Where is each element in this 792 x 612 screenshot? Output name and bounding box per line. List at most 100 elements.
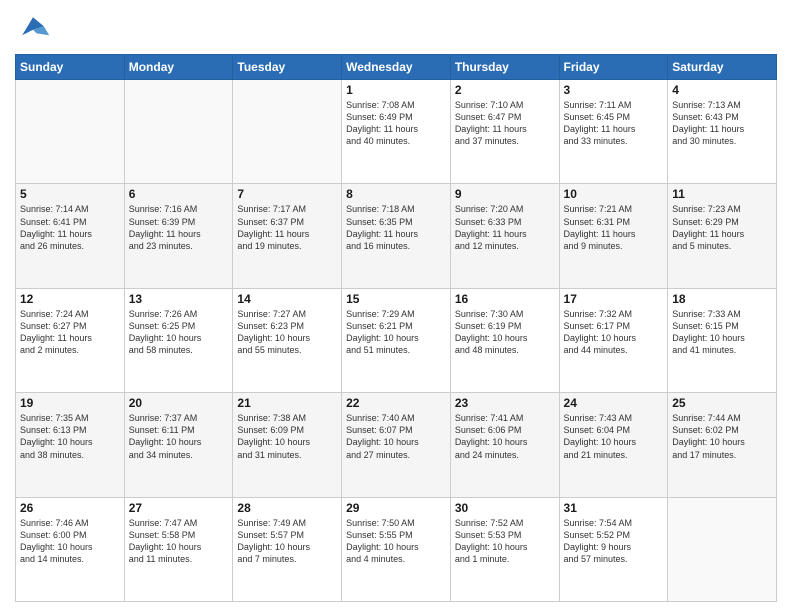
weekday-header-row: SundayMondayTuesdayWednesdayThursdayFrid… <box>16 55 777 80</box>
day-cell: 25 Sunrise: 7:44 AM Sunset: 6:02 PM Dayli… <box>668 393 777 497</box>
calendar-table: SundayMondayTuesdayWednesdayThursdayFrid… <box>15 54 777 602</box>
day-cell <box>668 497 777 601</box>
day-cell: 7Sunrise: 7:17 AM Sunset: 6:37 PM Daylig… <box>233 184 342 288</box>
weekday-header-wednesday: Wednesday <box>342 55 451 80</box>
day-info: Sunrise: 7:29 AM Sunset: 6:21 PM Dayligh… <box>346 308 446 357</box>
day-info: Sunrise: 7:20 AM Sunset: 6:33 PM Dayligh… <box>455 203 555 252</box>
day-cell: 9 Sunrise: 7:20 AM Sunset: 6:33 PM Daylig… <box>450 184 559 288</box>
weekday-header-friday: Friday <box>559 55 668 80</box>
day-number: 15 <box>346 292 446 306</box>
day-info: Sunrise: 7:23 AM Sunset: 6:29 PM Dayligh… <box>672 203 772 252</box>
day-cell: 8 Sunrise: 7:18 AM Sunset: 6:35 PM Daylig… <box>342 184 451 288</box>
day-number: 23 <box>455 396 555 410</box>
day-cell <box>233 80 342 184</box>
week-row-2: 5 Sunrise: 7:14 AM Sunset: 6:41 PM Daylig… <box>16 184 777 288</box>
day-cell: 17 Sunrise: 7:32 AM Sunset: 6:17 PM Dayli… <box>559 288 668 392</box>
day-cell: 5 Sunrise: 7:14 AM Sunset: 6:41 PM Daylig… <box>16 184 125 288</box>
day-number: 18 <box>672 292 772 306</box>
day-cell: 28 Sunrise: 7:49 AM Sunset: 5:57 PM Dayli… <box>233 497 342 601</box>
week-row-5: 26 Sunrise: 7:46 AM Sunset: 6:00 PM Dayli… <box>16 497 777 601</box>
day-info: Sunrise: 7:50 AM Sunset: 5:55 PM Dayligh… <box>346 517 446 566</box>
day-info: Sunrise: 7:26 AM Sunset: 6:25 PM Dayligh… <box>129 308 229 357</box>
weekday-header-tuesday: Tuesday <box>233 55 342 80</box>
day-number: 16 <box>455 292 555 306</box>
day-number: 7 <box>237 187 337 201</box>
day-cell: 16 Sunrise: 7:30 AM Sunset: 6:19 PM Dayli… <box>450 288 559 392</box>
day-info: Sunrise: 7:44 AM Sunset: 6:02 PM Dayligh… <box>672 412 772 461</box>
day-number: 10 <box>564 187 664 201</box>
day-info: Sunrise: 7:43 AM Sunset: 6:04 PM Dayligh… <box>564 412 664 461</box>
day-info: Sunrise: 7:46 AM Sunset: 6:00 PM Dayligh… <box>20 517 120 566</box>
day-number: 21 <box>237 396 337 410</box>
day-number: 17 <box>564 292 664 306</box>
day-info: Sunrise: 7:35 AM Sunset: 6:13 PM Dayligh… <box>20 412 120 461</box>
day-info: Sunrise: 7:11 AM Sunset: 6:45 PM Dayligh… <box>564 99 664 148</box>
page: SundayMondayTuesdayWednesdayThursdayFrid… <box>0 0 792 612</box>
day-cell: 29 Sunrise: 7:50 AM Sunset: 5:55 PM Dayli… <box>342 497 451 601</box>
day-cell: 30 Sunrise: 7:52 AM Sunset: 5:53 PM Dayli… <box>450 497 559 601</box>
logo-icon <box>15 10 51 46</box>
day-info: Sunrise: 7:30 AM Sunset: 6:19 PM Dayligh… <box>455 308 555 357</box>
day-number: 27 <box>129 501 229 515</box>
day-number: 24 <box>564 396 664 410</box>
day-cell: 31Sunrise: 7:54 AM Sunset: 5:52 PM Dayli… <box>559 497 668 601</box>
day-cell: 15 Sunrise: 7:29 AM Sunset: 6:21 PM Dayli… <box>342 288 451 392</box>
day-info: Sunrise: 7:32 AM Sunset: 6:17 PM Dayligh… <box>564 308 664 357</box>
day-cell: 13Sunrise: 7:26 AM Sunset: 6:25 PM Dayli… <box>124 288 233 392</box>
day-info: Sunrise: 7:24 AM Sunset: 6:27 PM Dayligh… <box>20 308 120 357</box>
day-cell: 24 Sunrise: 7:43 AM Sunset: 6:04 PM Dayli… <box>559 393 668 497</box>
day-info: Sunrise: 7:21 AM Sunset: 6:31 PM Dayligh… <box>564 203 664 252</box>
weekday-header-monday: Monday <box>124 55 233 80</box>
day-info: Sunrise: 7:54 AM Sunset: 5:52 PM Dayligh… <box>564 517 664 566</box>
day-number: 28 <box>237 501 337 515</box>
day-info: Sunrise: 7:14 AM Sunset: 6:41 PM Dayligh… <box>20 203 120 252</box>
header <box>15 10 777 46</box>
day-number: 30 <box>455 501 555 515</box>
day-number: 25 <box>672 396 772 410</box>
day-cell: 23 Sunrise: 7:41 AM Sunset: 6:06 PM Dayli… <box>450 393 559 497</box>
day-number: 26 <box>20 501 120 515</box>
day-cell <box>16 80 125 184</box>
day-cell: 21 Sunrise: 7:38 AM Sunset: 6:09 PM Dayli… <box>233 393 342 497</box>
day-number: 9 <box>455 187 555 201</box>
day-cell: 20 Sunrise: 7:37 AM Sunset: 6:11 PM Dayli… <box>124 393 233 497</box>
day-cell: 11 Sunrise: 7:23 AM Sunset: 6:29 PM Dayli… <box>668 184 777 288</box>
day-info: Sunrise: 7:10 AM Sunset: 6:47 PM Dayligh… <box>455 99 555 148</box>
week-row-3: 12 Sunrise: 7:24 AM Sunset: 6:27 PM Dayli… <box>16 288 777 392</box>
day-number: 12 <box>20 292 120 306</box>
day-info: Sunrise: 7:13 AM Sunset: 6:43 PM Dayligh… <box>672 99 772 148</box>
day-number: 19 <box>20 396 120 410</box>
day-cell: 12 Sunrise: 7:24 AM Sunset: 6:27 PM Dayli… <box>16 288 125 392</box>
weekday-header-sunday: Sunday <box>16 55 125 80</box>
day-cell: 19 Sunrise: 7:35 AM Sunset: 6:13 PM Dayli… <box>16 393 125 497</box>
day-cell <box>124 80 233 184</box>
day-cell: 22 Sunrise: 7:40 AM Sunset: 6:07 PM Dayli… <box>342 393 451 497</box>
day-number: 6 <box>129 187 229 201</box>
day-number: 5 <box>20 187 120 201</box>
day-info: Sunrise: 7:37 AM Sunset: 6:11 PM Dayligh… <box>129 412 229 461</box>
day-info: Sunrise: 7:40 AM Sunset: 6:07 PM Dayligh… <box>346 412 446 461</box>
day-number: 22 <box>346 396 446 410</box>
day-info: Sunrise: 7:49 AM Sunset: 5:57 PM Dayligh… <box>237 517 337 566</box>
day-cell: 1Sunrise: 7:08 AM Sunset: 6:49 PM Daylig… <box>342 80 451 184</box>
day-info: Sunrise: 7:18 AM Sunset: 6:35 PM Dayligh… <box>346 203 446 252</box>
week-row-1: 1Sunrise: 7:08 AM Sunset: 6:49 PM Daylig… <box>16 80 777 184</box>
day-cell: 6Sunrise: 7:16 AM Sunset: 6:39 PM Daylig… <box>124 184 233 288</box>
day-number: 8 <box>346 187 446 201</box>
day-info: Sunrise: 7:52 AM Sunset: 5:53 PM Dayligh… <box>455 517 555 566</box>
day-cell: 26 Sunrise: 7:46 AM Sunset: 6:00 PM Dayli… <box>16 497 125 601</box>
day-cell: 27Sunrise: 7:47 AM Sunset: 5:58 PM Dayli… <box>124 497 233 601</box>
day-info: Sunrise: 7:38 AM Sunset: 6:09 PM Dayligh… <box>237 412 337 461</box>
day-cell: 4Sunrise: 7:13 AM Sunset: 6:43 PM Daylig… <box>668 80 777 184</box>
day-number: 29 <box>346 501 446 515</box>
day-number: 11 <box>672 187 772 201</box>
day-number: 20 <box>129 396 229 410</box>
logo <box>15 10 55 46</box>
day-info: Sunrise: 7:27 AM Sunset: 6:23 PM Dayligh… <box>237 308 337 357</box>
day-info: Sunrise: 7:41 AM Sunset: 6:06 PM Dayligh… <box>455 412 555 461</box>
day-number: 1 <box>346 83 446 97</box>
day-number: 2 <box>455 83 555 97</box>
day-info: Sunrise: 7:33 AM Sunset: 6:15 PM Dayligh… <box>672 308 772 357</box>
day-number: 3 <box>564 83 664 97</box>
day-cell: 3 Sunrise: 7:11 AM Sunset: 6:45 PM Daylig… <box>559 80 668 184</box>
